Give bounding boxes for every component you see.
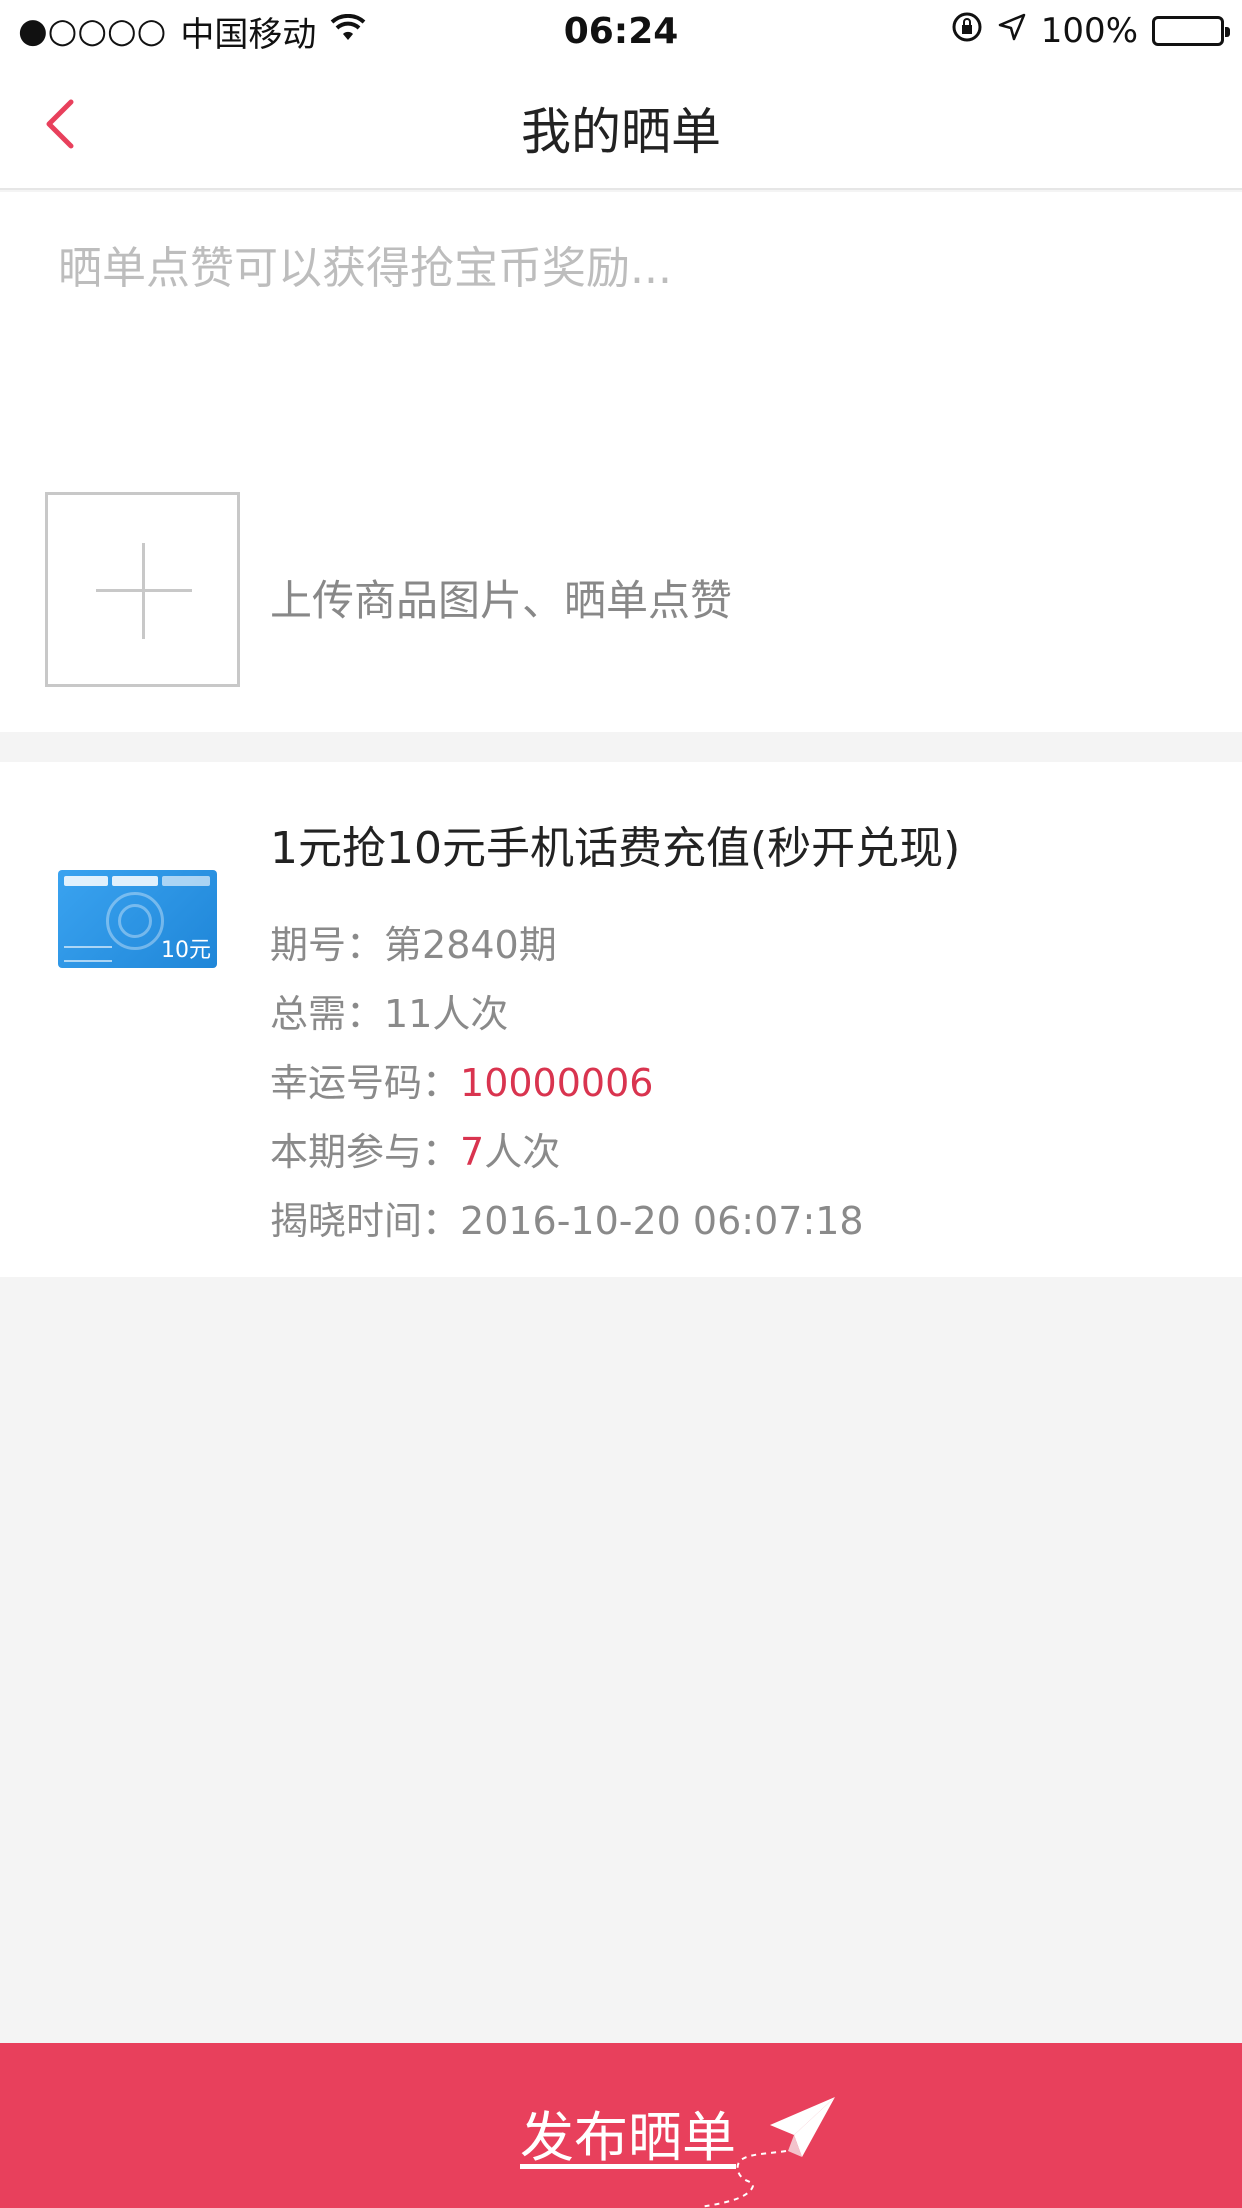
total-value: 11人次 bbox=[384, 992, 509, 1036]
paper-plane-icon bbox=[699, 2097, 835, 2208]
participation-label: 本期参与： bbox=[270, 1130, 461, 1174]
signal-strength: ●○○○○ bbox=[18, 11, 167, 51]
product-thumbnail: 10元 bbox=[58, 870, 217, 968]
status-right: 100% bbox=[951, 11, 1230, 52]
participation-unit: 人次 bbox=[484, 1130, 561, 1174]
page-title: 我的晒单 bbox=[521, 103, 721, 161]
thumbnail-denomination: 10元 bbox=[161, 938, 211, 963]
reveal-time-row: 揭晓时间：2016-10-20 06:07:18 bbox=[270, 1190, 864, 1245]
participation-count: 7 bbox=[460, 1130, 485, 1174]
product-title: 1元抢10元手机话费充值(秒开兑现) bbox=[270, 823, 961, 874]
lucky-number-row: 幸运号码：10000006 bbox=[270, 1052, 653, 1107]
lucky-number-label: 幸运号码： bbox=[270, 1061, 461, 1105]
total-row: 总需：11人次 bbox=[270, 983, 508, 1038]
participation-row: 本期参与：7人次 bbox=[270, 1121, 560, 1176]
winning-record-card[interactable]: 10元 1元抢10元手机话费充值(秒开兑现) 期号：第2840期 总需：11人次… bbox=[0, 762, 1242, 1277]
wifi-icon bbox=[330, 11, 366, 51]
share-text-input[interactable] bbox=[58, 232, 1188, 432]
location-arrow-icon bbox=[997, 11, 1027, 51]
upload-hint: 上传商品图片、晒单点赞 bbox=[270, 576, 733, 625]
status-bar: ●○○○○ 中国移动 06:24 100% bbox=[0, 0, 1242, 62]
battery-percent: 100% bbox=[1040, 11, 1138, 51]
period-value: 第2840期 bbox=[384, 923, 557, 967]
navigation-bar: 我的晒单 bbox=[0, 62, 1242, 190]
reveal-time-label: 揭晓时间： bbox=[270, 1199, 461, 1243]
lucky-number-value: 10000006 bbox=[460, 1061, 654, 1105]
period-label: 期号： bbox=[270, 923, 385, 967]
total-label: 总需： bbox=[270, 992, 385, 1036]
upload-image-button[interactable] bbox=[45, 492, 240, 687]
reveal-time-value: 2016-10-20 06:07:18 bbox=[460, 1199, 864, 1243]
period-row: 期号：第2840期 bbox=[270, 914, 557, 969]
compose-section: 上传商品图片、晒单点赞 bbox=[0, 192, 1242, 732]
battery-icon bbox=[1152, 16, 1230, 46]
publish-share-button[interactable]: 发布晒单 bbox=[0, 2043, 1242, 2208]
status-left: ●○○○○ 中国移动 bbox=[18, 7, 366, 56]
rotation-lock-icon bbox=[951, 11, 983, 52]
carrier-name: 中国移动 bbox=[180, 14, 317, 55]
